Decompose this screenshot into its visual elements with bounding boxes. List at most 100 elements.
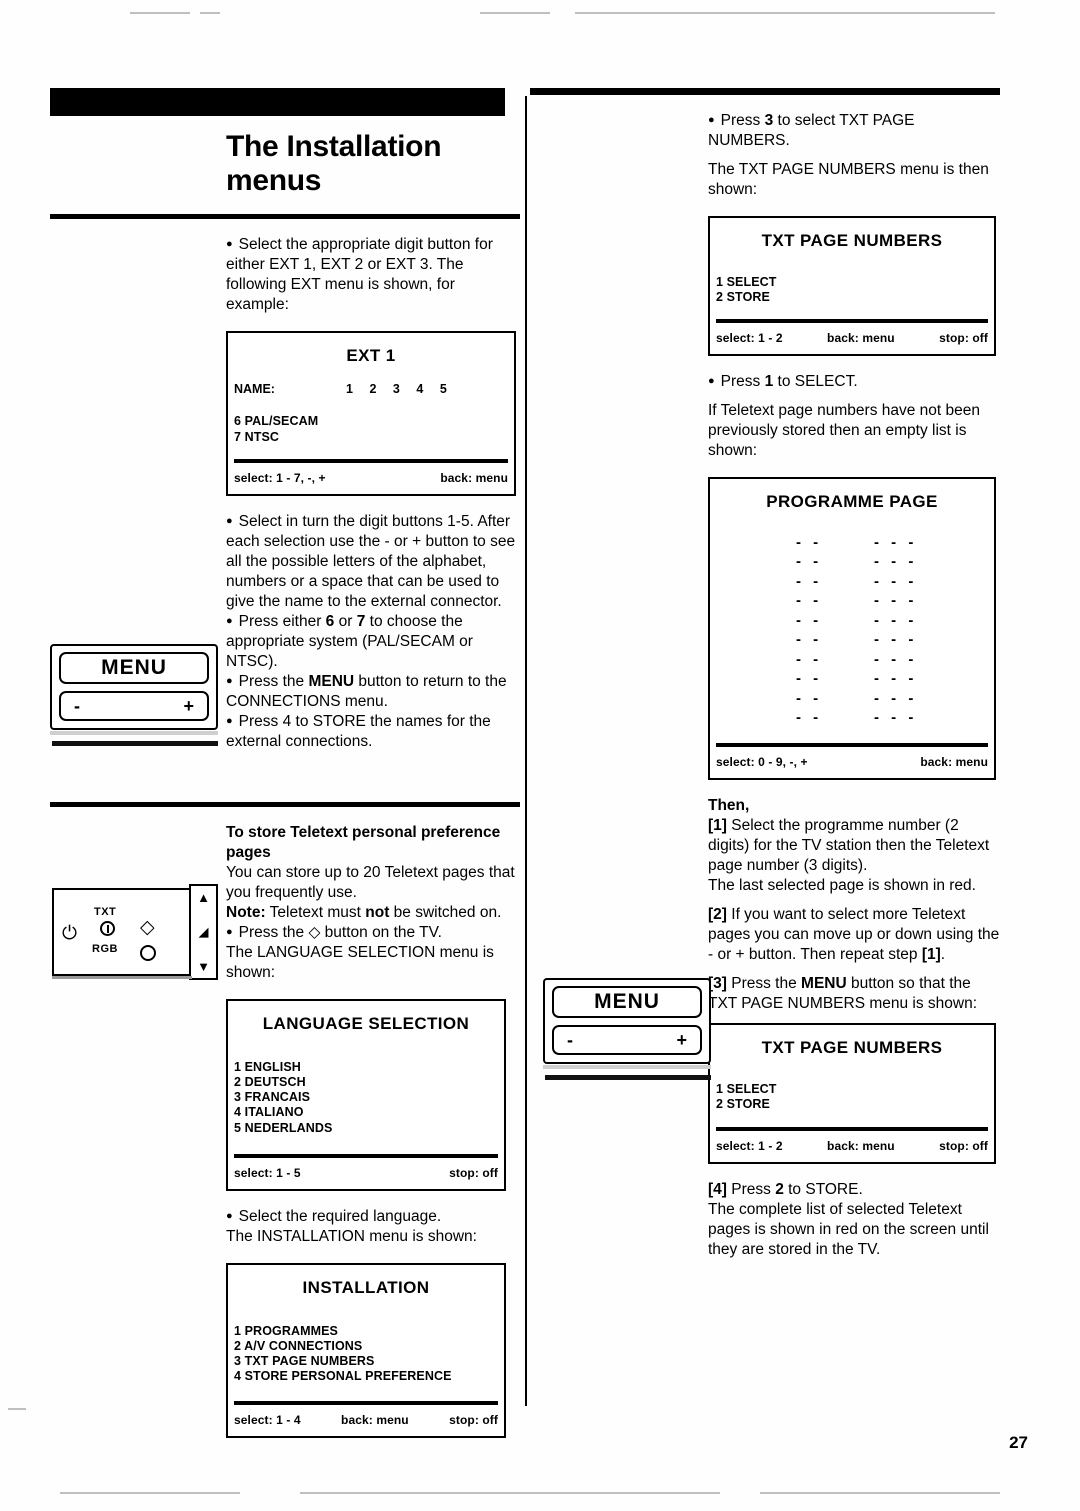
txt-page-numbers-item[interactable]: 1 SELECT xyxy=(716,275,994,290)
minus-plus-rocker-illustration[interactable]: - + xyxy=(59,691,209,721)
round-button-icon[interactable] xyxy=(140,945,156,961)
txt-page-numbers-footer-2: select: 1 - 2 back: menu stop: off xyxy=(710,1131,994,1162)
programme-page-row[interactable]: - -- - - xyxy=(710,552,994,572)
scan-artifact xyxy=(200,12,220,14)
programme-page-rows: - -- - - - -- - - - -- - - - -- - - - --… xyxy=(710,516,994,733)
installation-footer-select: select: 1 - 4 xyxy=(234,1412,301,1427)
teletext-note: Note: Teletext must not be switched on. xyxy=(226,903,502,921)
down-arrow-icon[interactable]: ▼ xyxy=(197,959,210,974)
volume-icon[interactable]: ◢ xyxy=(199,924,209,940)
programme-page-row[interactable]: - -- - - xyxy=(710,532,994,552)
ext1-digit: 1 xyxy=(346,382,354,397)
txt-page-numbers-item[interactable]: 1 SELECT xyxy=(716,1082,994,1097)
tv-panel-base-shadow xyxy=(52,976,192,979)
txt-page-numbers-item[interactable]: 2 STORE xyxy=(716,290,994,305)
remote-base-bar xyxy=(52,741,218,746)
bullet-glyph xyxy=(708,373,721,390)
key-1: 1 xyxy=(764,373,774,391)
programme-page-row[interactable]: - -- - - xyxy=(710,630,994,650)
language-menu-item[interactable]: 2 DEUTSCH xyxy=(234,1075,504,1090)
txtpn2-footer-select: select: 1 - 2 xyxy=(716,1138,783,1153)
remote-shell: MENU - + xyxy=(543,978,711,1064)
bullet-glyph xyxy=(226,236,239,253)
programme-number-placeholder: - - xyxy=(796,553,823,571)
key-6: 6 xyxy=(325,612,335,630)
then-heading: Then, xyxy=(708,797,750,815)
txtpn2-footer-back: back: menu xyxy=(827,1138,895,1153)
scan-artifact xyxy=(575,12,995,14)
language-menu-item[interactable]: 4 ITALIANO xyxy=(234,1105,504,1120)
page-number-placeholder: - - - xyxy=(874,631,918,649)
menu-button-illustration[interactable]: MENU xyxy=(552,986,702,1018)
installation-menu-item[interactable]: 2 A/V CONNECTIONS xyxy=(234,1339,504,1354)
step-choose-system: Press either 6 or 7 to choose the approp… xyxy=(226,612,518,672)
programme-number-placeholder: - - xyxy=(796,533,823,551)
bullet-glyph xyxy=(226,513,239,530)
right-column: Press 3 to select TXT PAGE NUMBERS. The … xyxy=(530,88,1000,1260)
minus-plus-rocker-illustration[interactable]: - + xyxy=(552,1025,702,1055)
select-language-bullet: Select the required language. xyxy=(226,1207,518,1227)
installation-menu-title: INSTALLATION xyxy=(302,1277,430,1297)
page-number-placeholder: - - - xyxy=(874,670,918,688)
step-4-label: [4] xyxy=(708,1180,727,1198)
step-2: [2] If you want to select more Teletext … xyxy=(708,906,1000,964)
up-arrow-icon[interactable]: ▲ xyxy=(197,890,210,905)
remote-base-bar xyxy=(545,1075,711,1080)
menu-button-illustration[interactable]: MENU xyxy=(59,652,209,684)
txt-page-numbers-shown-para: The TXT PAGE NUMBERS menu is then shown: xyxy=(708,160,989,198)
ext1-options: 6 PAL/SECAM 7 NTSC xyxy=(228,396,514,455)
minus-label: - xyxy=(74,695,80,716)
programme-page-row[interactable]: - -- - - xyxy=(710,610,994,630)
pp-footer-select: select: 0 - 9, -, + xyxy=(716,755,808,770)
txtpn-footer-stop: stop: off xyxy=(939,331,988,346)
teletext-press-bullet: Press the ◇ button on the TV. xyxy=(226,923,518,943)
installation-menu-item[interactable]: 1 PROGRAMMES xyxy=(234,1324,504,1339)
scan-artifact xyxy=(480,12,550,14)
power-icon[interactable]: ⏻ xyxy=(62,924,77,943)
language-menu-item[interactable]: 3 FRANCAIS xyxy=(234,1090,504,1105)
installation-menu-footer: select: 1 - 4 back: menu stop: off xyxy=(228,1405,504,1436)
intro-bullet: Select the appropriate digit button for … xyxy=(226,235,518,315)
ext1-footer-select: select: 1 - 7, -, + xyxy=(234,470,326,485)
step-4-para: The complete list of selected Teletext p… xyxy=(708,1200,989,1258)
language-menu-item[interactable]: 1 ENGLISH xyxy=(234,1060,504,1075)
programme-page-row[interactable]: - -- - - xyxy=(710,649,994,669)
then-steps-block: Then, [1] Select the programme number (2… xyxy=(708,796,1000,1014)
bullet-glyph xyxy=(226,673,239,690)
programme-page-menu-box: PROGRAMME PAGE - -- - - - -- - - - -- - … xyxy=(708,477,996,781)
page-number-placeholder: - - - xyxy=(874,650,918,668)
programme-page-title: PROGRAMME PAGE xyxy=(766,492,938,512)
page-number: 27 xyxy=(1009,1433,1028,1452)
language-footer-select: select: 1 - 5 xyxy=(234,1165,301,1180)
step-1-label: [1] xyxy=(708,817,727,835)
diamond-button-icon[interactable]: ◇ xyxy=(140,918,155,937)
teletext-section-heading: To store Teletext personal preference pa… xyxy=(226,823,501,861)
installation-footer-stop: stop: off xyxy=(449,1412,498,1427)
page-title: The Installation menus xyxy=(226,130,442,198)
programme-page-row[interactable]: - -- - - xyxy=(710,688,994,708)
programme-page-row[interactable]: - -- - - xyxy=(710,591,994,611)
step-1-extra: The last selected page is shown in red. xyxy=(708,877,976,895)
right-header-rule xyxy=(530,88,1000,95)
language-menu-item[interactable]: 5 NEDERLANDS xyxy=(234,1121,504,1136)
installation-menu-item[interactable]: 3 TXT PAGE NUMBERS xyxy=(234,1354,504,1369)
key-3: 3 xyxy=(764,112,774,129)
txt-rgb-button-icon[interactable] xyxy=(100,921,115,936)
key-2: 2 xyxy=(775,1180,784,1198)
programme-page-row[interactable]: - -- - - xyxy=(710,708,994,728)
programme-page-row[interactable]: - -- - - xyxy=(710,669,994,689)
note-label: Note: xyxy=(226,903,266,921)
tv-panel-side-strip: ▲ ◢ ▼ xyxy=(189,884,218,980)
txt-page-numbers-item[interactable]: 2 STORE xyxy=(716,1097,994,1112)
installation-menu-item[interactable]: 4 STORE PERSONAL PREFERENCE xyxy=(234,1369,504,1384)
bullet-glyph xyxy=(226,613,239,630)
page-number-placeholder: - - - xyxy=(874,533,918,551)
step-store-names: Press 4 to STORE the names for the exter… xyxy=(226,712,518,752)
programme-number-placeholder: - - xyxy=(796,611,823,629)
programme-page-row[interactable]: - -- - - xyxy=(710,571,994,591)
language-selection-menu-box: LANGUAGE SELECTION 1 ENGLISH 2 DEUTSCH 3… xyxy=(226,998,506,1191)
scan-artifact xyxy=(760,1492,1000,1494)
step-1: [1] Select the programme number (2 digit… xyxy=(708,817,990,875)
scan-artifact xyxy=(60,1492,240,1494)
page-number-placeholder: - - - xyxy=(874,709,918,727)
